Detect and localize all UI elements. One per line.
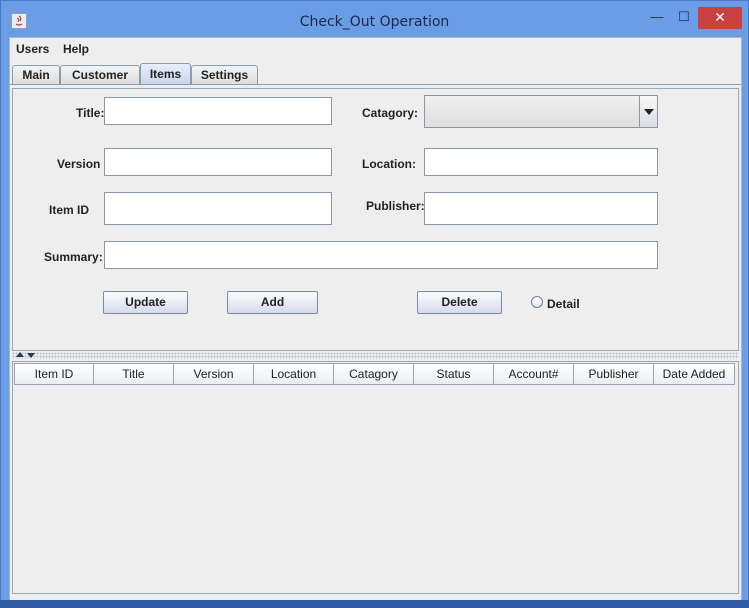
menu-bar: Users Help bbox=[10, 38, 741, 60]
publisher-label: Publisher: bbox=[366, 199, 425, 213]
item-id-label: Item ID bbox=[49, 203, 90, 217]
column-header-title[interactable]: Title bbox=[94, 363, 174, 385]
summary-label: Summary: bbox=[44, 250, 103, 264]
collapse-up-icon[interactable] bbox=[16, 352, 24, 357]
category-label: Catagory: bbox=[362, 106, 419, 120]
column-header-publisher[interactable]: Publisher bbox=[574, 363, 654, 385]
column-header-location[interactable]: Location bbox=[254, 363, 334, 385]
tab-items[interactable]: Items bbox=[140, 63, 191, 85]
version-label: Version bbox=[57, 157, 101, 171]
menu-help[interactable]: Help bbox=[63, 42, 89, 56]
location-field[interactable] bbox=[424, 148, 658, 176]
tab-strip: Main Customer Items Settings bbox=[10, 63, 741, 85]
app-window: Check_Out Operation — ☐ ✕ Users Help Mai… bbox=[0, 0, 749, 606]
maximize-button[interactable]: ☐ bbox=[671, 7, 697, 29]
client-area: Users Help Main Customer Items Settings … bbox=[9, 37, 742, 601]
delete-button[interactable]: Delete bbox=[417, 291, 502, 314]
taskbar-edge bbox=[0, 600, 749, 608]
version-input[interactable] bbox=[105, 149, 331, 175]
title-field[interactable] bbox=[104, 97, 332, 125]
publisher-input[interactable] bbox=[425, 193, 657, 224]
publisher-field[interactable] bbox=[424, 192, 658, 225]
location-input[interactable] bbox=[425, 149, 657, 175]
menu-users[interactable]: Users bbox=[16, 42, 49, 56]
column-header-category[interactable]: Catagory bbox=[334, 363, 414, 385]
window-title: Check_Out Operation bbox=[299, 14, 450, 30]
split-pane-divider[interactable] bbox=[12, 352, 739, 359]
collapse-down-icon[interactable] bbox=[27, 353, 35, 358]
column-header-account[interactable]: Account# bbox=[494, 363, 574, 385]
update-button[interactable]: Update bbox=[103, 291, 188, 314]
tab-customer[interactable]: Customer bbox=[60, 65, 140, 85]
title-input[interactable] bbox=[105, 98, 331, 124]
title-bar[interactable]: Check_Out Operation — ☐ ✕ bbox=[1, 1, 748, 37]
column-header-date-added[interactable]: Date Added bbox=[654, 363, 735, 385]
item-form-panel: Title: Catagory: Version Location: Item … bbox=[12, 88, 739, 351]
table-header: Item ID Title Version Location Catagory … bbox=[14, 363, 736, 385]
close-button[interactable]: ✕ bbox=[698, 7, 742, 29]
tab-settings[interactable]: Settings bbox=[191, 65, 258, 85]
tab-main[interactable]: Main bbox=[12, 65, 60, 85]
location-label: Location: bbox=[362, 157, 416, 171]
version-field[interactable] bbox=[104, 148, 332, 176]
minimize-button[interactable]: — bbox=[644, 7, 670, 29]
tab-underline bbox=[10, 84, 741, 85]
summary-field[interactable] bbox=[104, 241, 658, 269]
chevron-down-icon[interactable] bbox=[639, 96, 657, 127]
column-header-version[interactable]: Version bbox=[174, 363, 254, 385]
item-id-field[interactable] bbox=[104, 192, 332, 225]
column-header-status[interactable]: Status bbox=[414, 363, 494, 385]
items-table[interactable]: Item ID Title Version Location Catagory … bbox=[12, 361, 739, 594]
summary-input[interactable] bbox=[105, 242, 657, 268]
category-combobox[interactable] bbox=[424, 95, 658, 128]
detail-label: Detail bbox=[547, 297, 580, 311]
detail-radio[interactable] bbox=[531, 296, 543, 308]
title-label: Title: bbox=[76, 106, 105, 120]
item-id-input[interactable] bbox=[105, 193, 331, 224]
column-header-item-id[interactable]: Item ID bbox=[14, 363, 94, 385]
add-button[interactable]: Add bbox=[227, 291, 318, 314]
